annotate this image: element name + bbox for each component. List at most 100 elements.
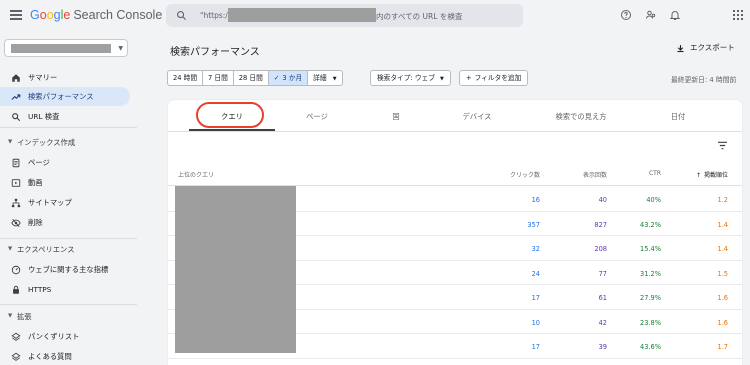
cell-ctr: 31.2% xyxy=(640,269,661,278)
tab-search-appearance[interactable]: 検索での見え方 xyxy=(555,112,606,122)
bell-icon[interactable] xyxy=(669,9,681,21)
cell-impressions: 208 xyxy=(594,245,607,253)
search-type-filter[interactable]: 検索タイプ: ウェブ ▼ xyxy=(370,70,451,86)
download-icon xyxy=(677,44,684,52)
trending-icon xyxy=(11,94,21,100)
sidebar-item-pages[interactable]: ページ xyxy=(0,153,130,172)
cell-impressions: 77 xyxy=(598,269,607,278)
cell-position: 1.4 xyxy=(717,220,729,229)
sidebar-item-core-web-vitals[interactable]: ウェブに関する主な指標 xyxy=(0,260,130,279)
chip-7d[interactable]: 7 日間 xyxy=(203,71,234,85)
gauge-icon xyxy=(11,265,21,275)
video-icon xyxy=(11,179,21,187)
cell-position: 1.2 xyxy=(717,196,729,204)
section-enhancements[interactable]: ▼ 拡張 xyxy=(0,310,130,324)
chip-3m[interactable]: ✓ 3 か月 xyxy=(268,71,309,85)
sidebar-item-faq[interactable]: よくある質問 xyxy=(0,347,130,365)
google-wordmark: Google xyxy=(30,8,71,22)
cell-ctr: 40% xyxy=(646,196,661,204)
report-card: クエリ ページ 国 デバイス 検索での見え方 日付 上位のクエリ クリック数 表… xyxy=(168,100,742,365)
chip-detail-label: 詳細 xyxy=(313,74,327,82)
tab-queries[interactable]: クエリ xyxy=(221,112,243,122)
sidebar-item-summary[interactable]: サマリー xyxy=(0,68,130,87)
cell-position: 1.6 xyxy=(717,318,729,327)
sidebar-item-breadcrumbs[interactable]: パンくずリスト xyxy=(0,327,130,346)
cell-impressions: 61 xyxy=(598,294,607,302)
header-ctr[interactable]: CTR xyxy=(649,170,661,177)
sidebar-item-videos[interactable]: 動画 xyxy=(0,173,130,192)
cell-position: 1.7 xyxy=(717,343,729,351)
lock-icon xyxy=(13,285,19,294)
sidebar-divider xyxy=(0,238,137,239)
property-selector[interactable]: ▼ xyxy=(4,39,128,57)
section-experience[interactable]: ▼ エクスペリエンス xyxy=(0,243,130,257)
cell-clicks: 24 xyxy=(531,269,540,278)
sidebar-item-removals[interactable]: 削除 xyxy=(0,213,130,232)
header-impressions[interactable]: 表示回数 xyxy=(583,170,607,179)
sidebar-item-https[interactable]: HTTPS xyxy=(0,280,130,299)
collapse-triangle-icon: ▼ xyxy=(8,139,13,145)
redacted-queries xyxy=(175,186,296,353)
chip-28d[interactable]: 28 日間 xyxy=(234,71,269,85)
section-title: 拡張 xyxy=(17,312,32,321)
cell-clicks: 357 xyxy=(527,220,540,229)
last-updated: 最終更新日: 4 時間前 xyxy=(671,76,737,84)
cell-ctr: 43.6% xyxy=(640,343,661,351)
sidebar-item-sitemaps[interactable]: サイトマップ xyxy=(0,193,130,212)
cell-position: 1.4 xyxy=(717,245,729,253)
section-indexing[interactable]: ▼ インデックス作成 xyxy=(0,136,130,150)
active-tab-indicator xyxy=(189,129,275,131)
sidebar-item-label: HTTPS xyxy=(28,285,52,294)
cell-clicks: 17 xyxy=(531,294,540,302)
sidebar-item-label: よくある質問 xyxy=(28,352,72,361)
sidebar-item-label: 削除 xyxy=(28,218,43,227)
cell-position: 1.6 xyxy=(717,294,729,302)
sort-arrow-icon: ↑ xyxy=(695,172,701,179)
tab-pages[interactable]: ページ xyxy=(306,112,328,122)
sidebar-item-label: パンくずリスト xyxy=(28,332,80,341)
sitemap-icon xyxy=(11,198,21,208)
sidebar-item-url-inspection[interactable]: URL 検査 xyxy=(0,107,130,126)
top-bar: Google Search Console "https:// 内のすべての UR… xyxy=(0,0,750,32)
add-filter-label: フィルタを追加 xyxy=(474,74,522,82)
home-icon xyxy=(12,74,20,82)
add-filter-button[interactable]: + フィルタを追加 xyxy=(459,70,529,86)
url-inspect-search[interactable]: "https:// 内のすべての URL を検査 xyxy=(166,4,523,27)
section-title: エクスペリエンス xyxy=(17,245,75,254)
cell-impressions: 40 xyxy=(598,196,607,204)
filter-icon[interactable] xyxy=(717,141,728,150)
header-clicks[interactable]: クリック数 xyxy=(510,170,540,179)
search-suffix: 内のすべての URL を検査 xyxy=(376,12,463,21)
chip-3m-label: 3 か月 xyxy=(282,74,303,82)
sidebar-item-search-performance[interactable]: 検索パフォーマンス xyxy=(0,87,130,106)
tab-dates[interactable]: 日付 xyxy=(671,112,686,122)
export-button[interactable]: エクスポート xyxy=(676,42,735,53)
export-label: エクスポート xyxy=(690,43,735,52)
page-icon xyxy=(12,158,20,168)
cell-impressions: 42 xyxy=(598,318,607,327)
cell-ctr: 15.4% xyxy=(640,245,661,253)
help-icon[interactable] xyxy=(620,9,632,21)
eye-off-icon xyxy=(11,218,21,228)
cell-impressions: 39 xyxy=(598,343,607,351)
header-query[interactable]: 上位のクエリ xyxy=(178,170,214,179)
sidebar-item-label: ページ xyxy=(28,158,50,167)
chip-detail[interactable]: 詳細 ▼ xyxy=(308,71,341,85)
apps-icon[interactable] xyxy=(733,10,743,20)
sidebar-item-label: 検索パフォーマンス xyxy=(28,92,94,101)
layers-icon xyxy=(11,352,21,361)
header-position[interactable]: ↑ 掲載順位 xyxy=(696,170,728,179)
layers-icon xyxy=(11,332,21,341)
tab-countries[interactable]: 国 xyxy=(392,112,399,122)
chip-24h[interactable]: 24 時間 xyxy=(168,71,204,85)
dropdown-caret-icon: ▼ xyxy=(440,76,444,82)
product-name: Search Console xyxy=(73,8,163,22)
menu-icon[interactable] xyxy=(10,10,22,20)
search-icon xyxy=(177,11,187,21)
chevron-down-icon: ▼ xyxy=(118,45,123,52)
tab-devices[interactable]: デバイス xyxy=(463,112,492,122)
cell-clicks: 10 xyxy=(531,318,540,327)
redacted-url xyxy=(228,8,376,22)
app-logo[interactable]: Google Search Console xyxy=(30,8,162,22)
people-icon[interactable] xyxy=(645,9,657,21)
